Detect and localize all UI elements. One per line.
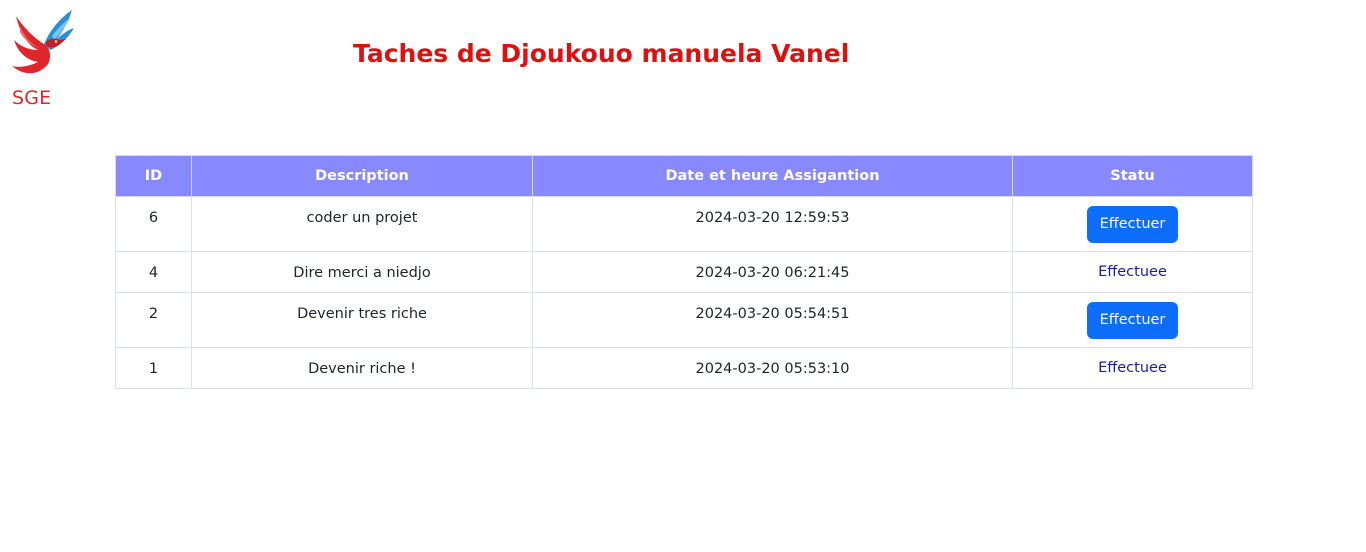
table-row: 2 Devenir tres riche 2024-03-20 05:54:51… — [115, 292, 1253, 348]
task-id: 2 — [115, 292, 192, 348]
task-id: 1 — [115, 347, 192, 389]
task-id: 4 — [115, 251, 192, 293]
task-description: Devenir tres riche — [191, 292, 533, 348]
brand[interactable]: SGE — [8, 4, 80, 112]
task-datetime: 2024-03-20 12:59:53 — [532, 196, 1013, 252]
task-statu: Effectuee — [1012, 347, 1253, 389]
column-header-id: ID — [115, 155, 192, 197]
task-description: coder un projet — [191, 196, 533, 252]
task-datetime: 2024-03-20 05:53:10 — [532, 347, 1013, 389]
effectuee-link[interactable]: Effectuee — [1098, 264, 1167, 280]
task-statu: Effectuee — [1012, 251, 1253, 293]
bird-logo-icon — [12, 10, 74, 74]
task-statu: Effectuer — [1012, 292, 1253, 348]
task-datetime: 2024-03-20 06:21:45 — [532, 251, 1013, 293]
page-title: Taches de Djoukouo manuela Vanel — [353, 39, 850, 68]
column-header-datetime: Date et heure Assigantion — [532, 155, 1013, 197]
task-id: 6 — [115, 196, 192, 252]
column-header-statu: Statu — [1012, 155, 1253, 197]
effectuer-button[interactable]: Effectuer — [1086, 205, 1179, 243]
task-statu: Effectuer — [1012, 196, 1253, 252]
table-row: 6 coder un projet 2024-03-20 12:59:53 Ef… — [115, 196, 1253, 252]
table-header-row: ID Description Date et heure Assigantion… — [115, 155, 1253, 197]
brand-name: SGE — [12, 87, 52, 109]
task-description: Dire merci a niedjo — [191, 251, 533, 293]
task-description: Devenir riche ! — [191, 347, 533, 389]
table-row: 1 Devenir riche ! 2024-03-20 05:53:10 Ef… — [115, 347, 1253, 389]
effectuer-button[interactable]: Effectuer — [1086, 301, 1179, 339]
effectuee-link[interactable]: Effectuee — [1098, 360, 1167, 376]
table-row: 4 Dire merci a niedjo 2024-03-20 06:21:4… — [115, 251, 1253, 293]
task-datetime: 2024-03-20 05:54:51 — [532, 292, 1013, 348]
tasks-table: ID Description Date et heure Assigantion… — [115, 155, 1253, 389]
column-header-description: Description — [191, 155, 533, 197]
